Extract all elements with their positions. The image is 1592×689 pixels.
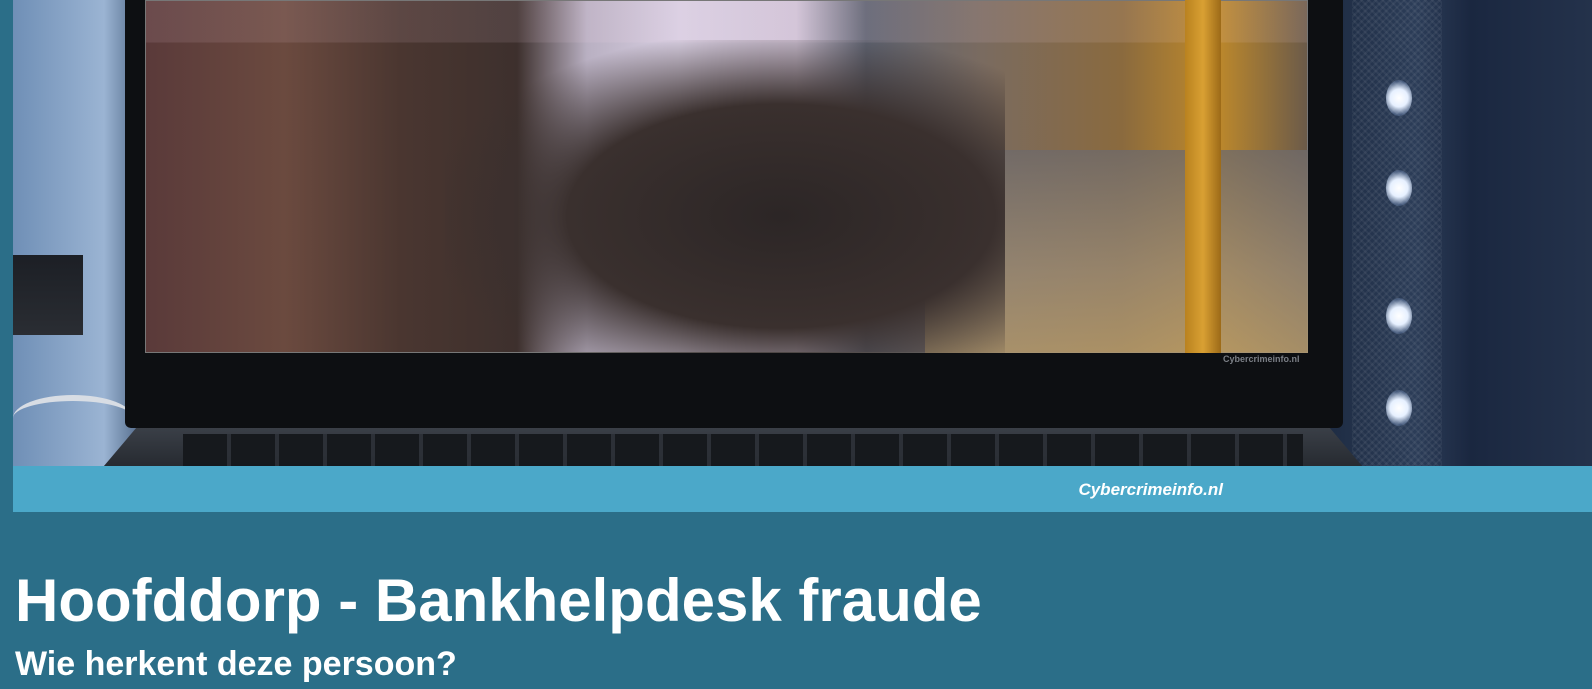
article-title: Hoofddorp - Bankhelpdesk fraude: [15, 567, 982, 634]
laptop-screen-cctv-still: [145, 0, 1308, 353]
article-subtitle: Wie herkent deze persoon?: [15, 645, 457, 683]
cctv-pole: [1185, 0, 1221, 353]
rack-light: [1386, 390, 1412, 426]
background-device: [13, 255, 83, 335]
image-credit: Cybercrimeinfo.nl: [1078, 480, 1223, 499]
article-hero-image: Cybercrimeinfo.nl: [13, 0, 1592, 473]
rack-light: [1386, 170, 1412, 206]
rack-light: [1386, 80, 1412, 116]
rack-light: [1386, 298, 1412, 334]
cctv-person-silhouette: [445, 40, 1005, 353]
screen-watermark: Cybercrimeinfo.nl: [1223, 354, 1300, 364]
image-caption-bar: Cybercrimeinfo.nl: [13, 466, 1592, 512]
background-cable: [13, 395, 133, 441]
